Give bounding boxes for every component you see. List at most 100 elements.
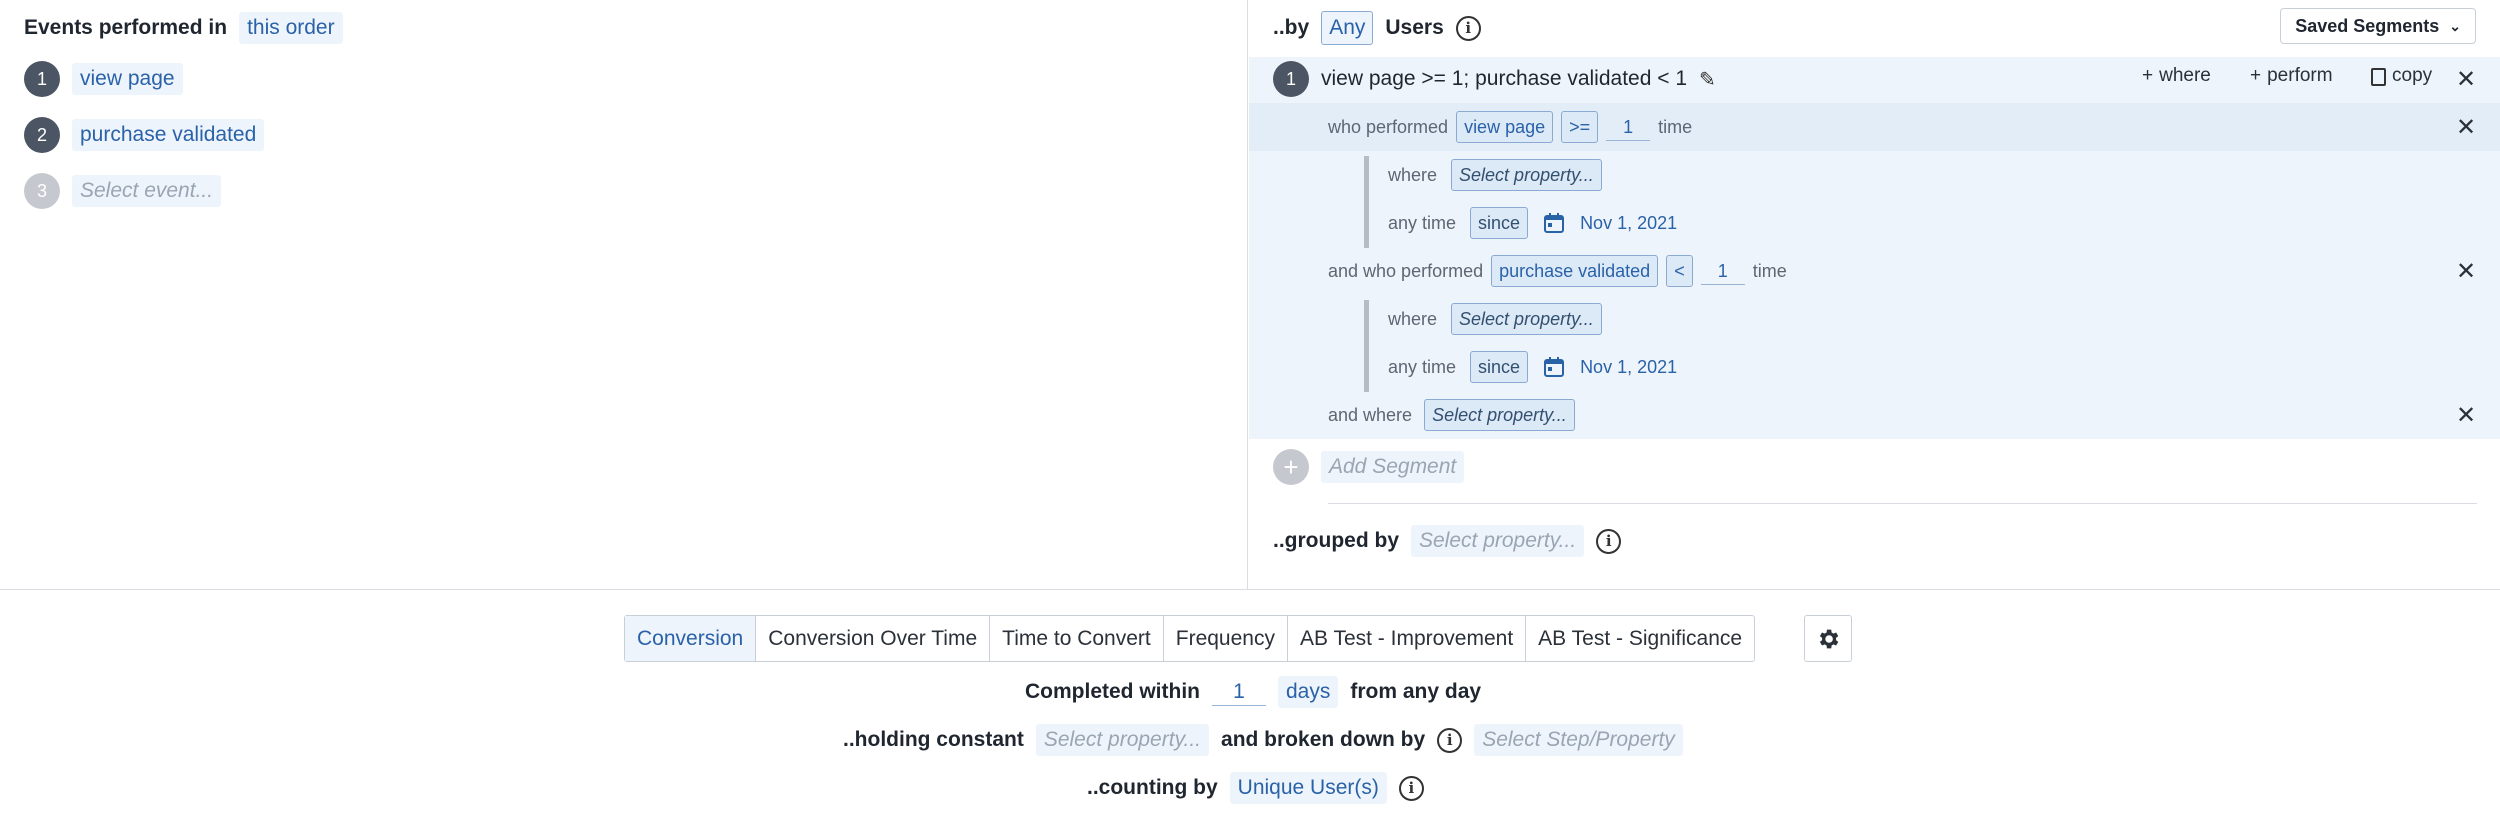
- segments-panel: ..by Any Users i Saved Segments ⌄ 1 view…: [1249, 0, 2500, 589]
- tab-conversion[interactable]: Conversion: [625, 616, 757, 661]
- time-label: any time: [1388, 356, 1457, 377]
- event-step: 1 view page: [24, 61, 183, 97]
- and-where-label: and where: [1328, 404, 1413, 425]
- counting-by-label: ..counting by: [1087, 776, 1218, 799]
- any-selector[interactable]: Any: [1321, 11, 1374, 45]
- saved-segments-label: Saved Segments: [2295, 15, 2440, 36]
- chevron-down-icon: ⌄: [2449, 17, 2461, 34]
- event-selector[interactable]: purchase validated: [72, 119, 265, 151]
- condition-event-selector[interactable]: view page: [1456, 111, 1554, 143]
- segments-header: ..by Any Users i: [1273, 11, 1481, 45]
- copy-icon: [2371, 68, 2386, 86]
- condition-prefix: and who performed: [1328, 260, 1484, 281]
- condition-row: who performed view page >= 1 time: [1328, 111, 1692, 143]
- info-icon[interactable]: i: [1437, 727, 1463, 753]
- step-number: 3: [24, 173, 60, 209]
- nesting-bar: [1364, 156, 1369, 248]
- add-perform-button[interactable]: + perform: [2250, 65, 2333, 87]
- calendar-icon[interactable]: [1542, 355, 1566, 379]
- events-header: Events performed in this order: [24, 12, 343, 44]
- where-row: where Select property...: [1388, 303, 1602, 335]
- close-icon[interactable]: ✕: [2454, 66, 2478, 93]
- plus-icon: +: [2250, 65, 2262, 86]
- select-property-input[interactable]: Select property...: [1451, 303, 1602, 335]
- holding-constant-row: ..holding constant Select property... an…: [843, 724, 1683, 756]
- order-selector[interactable]: this order: [239, 12, 343, 44]
- select-event-input[interactable]: Select event...: [72, 175, 222, 207]
- breakdown-input[interactable]: Select Step/Property: [1474, 724, 1683, 756]
- add-segment-row: + Add Segment: [1273, 449, 1465, 485]
- step-number: 2: [24, 117, 60, 153]
- info-icon[interactable]: i: [1455, 15, 1481, 41]
- plus-icon: +: [2142, 65, 2154, 86]
- events-panel: Events performed in this order 1 view pa…: [0, 0, 1248, 589]
- pencil-icon[interactable]: ✎: [1699, 67, 1716, 92]
- condition-event-selector[interactable]: purchase validated: [1491, 255, 1659, 287]
- add-segment-button[interactable]: Add Segment: [1321, 451, 1465, 483]
- report-tabs: Conversion Conversion Over Time Time to …: [624, 615, 1756, 662]
- unit-label: time: [1658, 116, 1693, 137]
- users-label: Users: [1385, 16, 1444, 39]
- copy-segment-button[interactable]: copy: [2371, 65, 2432, 87]
- events-header-label: Events performed in: [24, 16, 228, 39]
- event-step-new: 3 Select event...: [24, 173, 222, 209]
- divider: [1328, 503, 2477, 504]
- info-icon[interactable]: i: [1596, 528, 1622, 554]
- completed-within-label: Completed within: [1025, 680, 1200, 703]
- holding-constant-label: ..holding constant: [843, 728, 1024, 751]
- where-row: where Select property...: [1388, 159, 1602, 191]
- add-perform-label: perform: [2267, 65, 2333, 86]
- broken-down-label: and broken down by: [1221, 728, 1426, 751]
- counting-selector[interactable]: Unique User(s): [1229, 772, 1387, 804]
- by-label: ..by: [1273, 16, 1310, 39]
- time-row: any time since Nov 1, 2021: [1388, 351, 1677, 383]
- completed-within-row: Completed within 1 days from any day: [1025, 676, 1481, 708]
- tab-conversion-over-time[interactable]: Conversion Over Time: [756, 616, 991, 661]
- select-property-input[interactable]: Select property...: [1424, 399, 1575, 431]
- calendar-icon[interactable]: [1542, 211, 1566, 235]
- plus-circle-icon[interactable]: +: [1273, 449, 1309, 485]
- add-where-button[interactable]: + where: [2142, 65, 2211, 87]
- settings-button[interactable]: [1804, 615, 1852, 662]
- where-label: where: [1388, 308, 1438, 329]
- close-icon[interactable]: ✕: [2454, 258, 2478, 285]
- count-input[interactable]: 1: [1700, 258, 1745, 285]
- tab-ab-improvement[interactable]: AB Test - Improvement: [1288, 616, 1527, 661]
- completed-suffix: from any day: [1350, 680, 1482, 703]
- saved-segments-dropdown[interactable]: Saved Segments ⌄: [2280, 8, 2476, 44]
- tab-frequency[interactable]: Frequency: [1164, 616, 1288, 661]
- select-property-input[interactable]: Select property...: [1451, 159, 1602, 191]
- nesting-bar: [1364, 300, 1369, 392]
- copy-label: copy: [2392, 65, 2433, 86]
- since-selector[interactable]: since: [1470, 351, 1529, 383]
- where-label: where: [1388, 164, 1438, 185]
- date-value[interactable]: Nov 1, 2021: [1580, 357, 1677, 378]
- grouped-by-input[interactable]: Select property...: [1411, 525, 1585, 557]
- time-row: any time since Nov 1, 2021: [1388, 207, 1677, 239]
- grouped-by-label: ..grouped by: [1273, 529, 1399, 552]
- segment-title-row: 1 view page >= 1; purchase validated < 1…: [1273, 61, 1716, 97]
- date-value[interactable]: Nov 1, 2021: [1580, 213, 1677, 234]
- report-options: Conversion Conversion Over Time Time to …: [0, 589, 2500, 826]
- completed-value-input[interactable]: 1: [1212, 679, 1266, 706]
- step-number: 1: [24, 61, 60, 97]
- and-where-row: and where Select property...: [1328, 399, 1575, 431]
- close-icon[interactable]: ✕: [2454, 402, 2478, 429]
- since-selector[interactable]: since: [1470, 207, 1529, 239]
- operator-selector[interactable]: <: [1666, 255, 1693, 287]
- holding-property-input[interactable]: Select property...: [1035, 724, 1210, 756]
- count-input[interactable]: 1: [1606, 114, 1651, 141]
- add-where-label: where: [2159, 65, 2211, 86]
- operator-selector[interactable]: >=: [1561, 111, 1599, 143]
- tab-ab-significance[interactable]: AB Test - Significance: [1526, 616, 1754, 661]
- gear-icon: [1819, 629, 1839, 648]
- segment-number: 1: [1273, 61, 1309, 97]
- info-icon[interactable]: i: [1398, 775, 1424, 801]
- event-step: 2 purchase validated: [24, 117, 265, 153]
- unit-selector[interactable]: days: [1278, 676, 1339, 708]
- close-icon[interactable]: ✕: [2454, 114, 2478, 141]
- event-selector[interactable]: view page: [72, 63, 183, 95]
- counting-by-row: ..counting by Unique User(s) i: [1087, 772, 1424, 804]
- tab-time-to-convert[interactable]: Time to Convert: [990, 616, 1164, 661]
- segment-title: view page >= 1; purchase validated < 1: [1321, 67, 1688, 90]
